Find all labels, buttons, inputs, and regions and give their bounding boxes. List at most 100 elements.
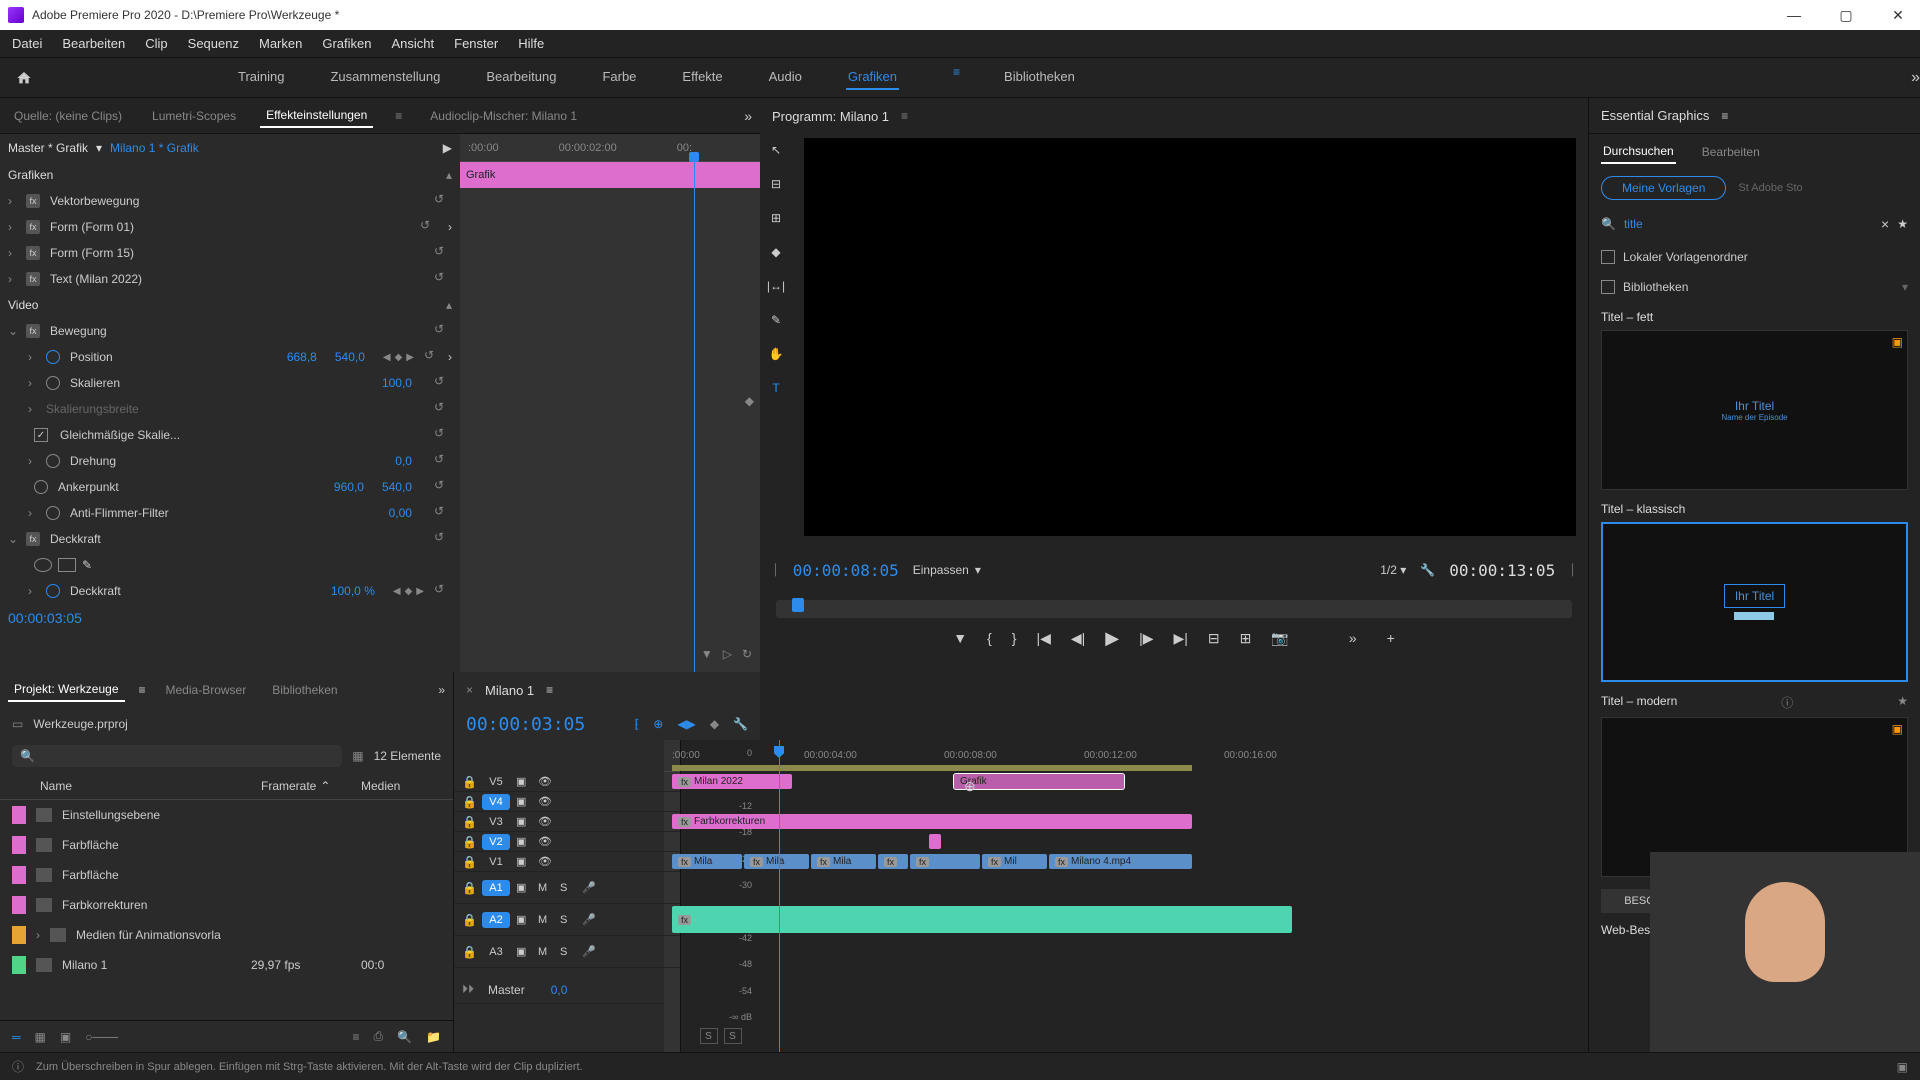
eg-search-input[interactable] [1624,217,1873,231]
lock-icon[interactable]: 🔒 [462,775,476,789]
track-lane-v5[interactable]: fxMilan 2022 Grafik [664,772,680,792]
star-icon[interactable]: ★ [1897,694,1908,711]
minimize-button[interactable]: — [1780,4,1808,26]
marker-icon[interactable]: ◀▶ [677,717,695,731]
prev-keyframe-icon[interactable]: ◀ [383,352,391,363]
clip-mila-2[interactable]: fxMila [744,854,809,869]
reset-icon[interactable] [434,530,452,548]
prev-keyframe-icon[interactable]: ◀ [393,586,401,597]
lock-icon[interactable]: 🔒 [462,835,476,849]
mark-out-icon[interactable]: ⏐ [1569,563,1576,578]
clip-small-v1[interactable]: fx [878,854,908,869]
extract-icon[interactable]: ⊞ [1240,630,1252,647]
button-editor-icon[interactable]: + [1387,630,1395,646]
expand-icon[interactable]: › [36,928,40,942]
project-item[interactable]: Farbkorrekturen [0,890,453,920]
project-item[interactable]: Farbfläche [0,860,453,890]
sequence-name[interactable]: Milano 1 [485,683,534,698]
column-medien[interactable]: Medien [361,779,441,793]
ec-position-y[interactable]: 540,0 [335,350,365,364]
type-tool-icon[interactable]: T [766,378,786,398]
lock-icon[interactable]: 🔒 [462,815,476,829]
expand-icon[interactable]: ⌄ [8,324,20,338]
transport-overflow-icon[interactable]: » [1349,630,1357,646]
clip-mil[interactable]: fxMil [982,854,1047,869]
menu-marken[interactable]: Marken [259,36,302,51]
timeline-ruler[interactable]: :00:00 00:00:04:00 00:00:08:00 00:00:12:… [664,740,680,772]
mute-button[interactable]: M [538,882,554,894]
my-templates-button[interactable]: Meine Vorlagen [1601,176,1726,200]
track-lane-v1[interactable]: fxMila fxMila fxMila fx fx fxMil fxMilan… [664,852,680,872]
track-lane-v4[interactable] [664,792,680,812]
program-timecode-left[interactable]: 00:00:08:05 [793,561,899,580]
reset-icon[interactable] [434,426,452,444]
stopwatch-icon[interactable] [46,506,60,520]
clip-milan-2022[interactable]: fxMilan 2022 [672,774,792,789]
fx-toggle[interactable]: fx [26,220,40,234]
project-tabs-overflow-icon[interactable]: » [438,683,445,697]
sync-lock-icon[interactable]: ▣ [516,881,532,894]
timeline-timecode[interactable]: 00:00:03:05 [466,714,585,735]
reset-icon[interactable] [424,348,442,366]
mask-ellipse-icon[interactable] [34,558,52,572]
work-area-bar[interactable] [672,765,1192,771]
tab-effekteinstellungen[interactable]: Effekteinstellungen [260,104,373,128]
timeline-playhead[interactable] [779,740,780,1052]
lock-icon[interactable]: 🔒 [462,881,476,895]
mark-in-icon[interactable]: ⏐ [772,563,779,578]
timeline-tracks-area[interactable]: :00:00 00:00:04:00 00:00:08:00 00:00:12:… [664,740,680,1052]
project-item[interactable]: Farbfläche [0,830,453,860]
fit-dropdown[interactable]: Einpassen ▾ [913,563,981,577]
fx-toggle[interactable]: fx [26,324,40,338]
voiceover-icon[interactable]: 🎤 [582,945,598,958]
solo-button[interactable]: S [560,882,576,894]
zoom-slider[interactable]: ○─── [85,1030,118,1044]
close-button[interactable]: ✕ [1884,4,1912,26]
lock-icon[interactable]: 🔒 [462,913,476,927]
track-a1[interactable]: A1 [482,880,510,896]
sort-icon[interactable]: ≡ [352,1030,359,1044]
collapse-icon[interactable]: ▴ [446,168,452,182]
ec-bewegung[interactable]: Bewegung [50,324,424,338]
ec-deckkraft[interactable]: Deckkraft [50,532,424,546]
sync-lock-icon[interactable]: ▣ [516,835,532,848]
expand-icon[interactable]: › [8,246,20,260]
tab-bibliotheken[interactable]: Bibliotheken [266,679,343,701]
clip-v1-4[interactable]: fx [910,854,980,869]
hand-tool-icon[interactable]: ✋ [766,344,786,364]
track-a2[interactable]: A2 [482,912,510,928]
lock-icon[interactable]: 🔒 [462,855,476,869]
resolution-dropdown[interactable]: 1/2 ▾ [1380,563,1406,577]
template-thumb-klassisch[interactable]: Ihr Titel [1601,522,1908,682]
program-scrubber[interactable] [776,600,1572,618]
sync-lock-icon[interactable]: ▣ [516,913,532,926]
close-sequence-icon[interactable]: × [466,683,473,697]
track-lane-a2[interactable]: fx [664,904,680,936]
home-icon[interactable] [12,66,36,90]
project-tab-menu-icon[interactable]: ≡ [139,683,146,697]
maximize-button[interactable]: ▢ [1832,4,1860,26]
track-lane-v2[interactable] [664,832,680,852]
status-right-icon[interactable]: ▣ [1897,1060,1908,1074]
eye-icon[interactable]: 👁 [538,855,554,868]
stopwatch-icon[interactable] [34,480,48,494]
tab-lumetri-scopes[interactable]: Lumetri-Scopes [146,105,242,127]
chevron-down-icon[interactable]: ▾ [96,141,102,155]
solo-right-button[interactable]: S [724,1028,742,1044]
template-thumb-fett[interactable]: ▣ Ihr Titel Name der Episode [1601,330,1908,490]
clear-search-icon[interactable]: × [1881,216,1889,232]
ec-drehung-val[interactable]: 0,0 [395,454,412,468]
menu-hilfe[interactable]: Hilfe [518,36,544,51]
list-view-icon[interactable]: ═ [12,1030,21,1044]
project-search-input[interactable]: 🔍 [12,745,342,767]
project-item[interactable]: Einstellungsebene [0,800,453,830]
program-menu-icon[interactable]: ≡ [901,109,908,123]
menu-bearbeiten[interactable]: Bearbeiten [62,36,125,51]
horizontal-center-icon[interactable]: ⊞ [766,208,786,228]
play-icon[interactable]: ▶ [443,141,452,155]
tab-audioclip-mischer[interactable]: Audioclip-Mischer: Milano 1 [424,105,583,127]
clip-farbkorrekturen[interactable]: fxFarbkorrekturen [672,814,1192,829]
keyframe-icon[interactable]: › [448,220,452,234]
info-icon[interactable]: ⓘ [1781,694,1793,711]
solo-left-button[interactable]: S [700,1028,718,1044]
